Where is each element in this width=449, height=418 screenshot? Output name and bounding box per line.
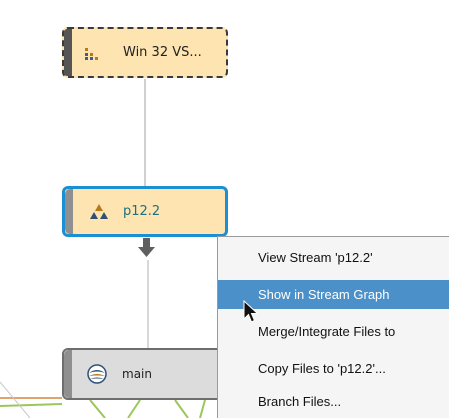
stream-mainline-icon [87, 364, 107, 388]
node-grip [64, 29, 72, 76]
stream-node-main[interactable]: main [62, 348, 224, 400]
stream-node-label: Win 32 VS... [123, 45, 202, 60]
menu-item-copy-files[interactable]: Copy Files to 'p12.2'... [218, 354, 449, 383]
mouse-pointer-icon [243, 299, 259, 328]
node-grip [65, 189, 73, 234]
node-grip [64, 350, 72, 398]
menu-item-branch-files[interactable]: Branch Files... [218, 387, 449, 416]
stream-node-win32[interactable]: Win 32 VS... [62, 27, 228, 78]
stream-development-icon [90, 203, 108, 225]
menu-item-view-stream[interactable]: View Stream 'p12.2' [218, 243, 449, 272]
stream-graph-canvas[interactable]: Win 32 VS... p12.2 main View Stream 'p12… [0, 0, 449, 418]
stream-workspace-icon [85, 45, 99, 64]
stream-node-label: p12.2 [123, 204, 161, 219]
stream-node-label: main [122, 367, 152, 381]
merge-down-arrow-icon [138, 238, 155, 257]
stream-node-p12[interactable]: p12.2 [62, 186, 228, 237]
